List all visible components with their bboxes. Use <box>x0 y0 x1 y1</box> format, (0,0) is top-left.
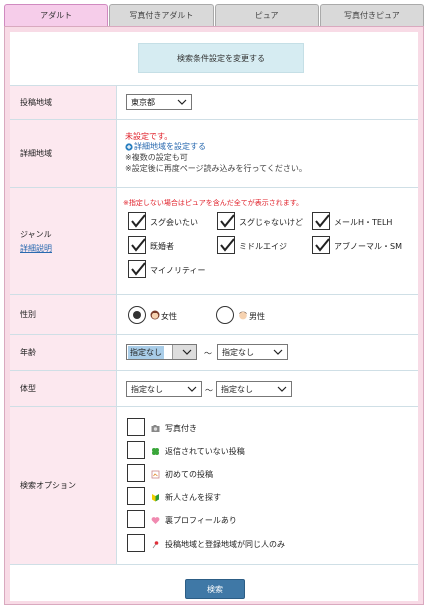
genre-label-middle-age: ミドルエイジ <box>239 242 287 251</box>
pin-icon <box>152 541 159 549</box>
age-from-select[interactable]: 指定なし <box>126 344 197 360</box>
check-icon <box>131 214 146 228</box>
chevron-down-icon <box>187 386 197 392</box>
gender-male-label: 男性 <box>249 312 265 321</box>
tab-bar: アダルト 写真付きアダルト ピュア 写真付きピュア <box>4 4 424 26</box>
check-icon <box>315 214 330 228</box>
genre-checkbox-sugu-aitai[interactable] <box>128 212 146 230</box>
gender-row: 性別 女性 男性 <box>10 294 418 334</box>
gender-male-radio[interactable] <box>216 306 234 324</box>
beginner-mark-icon <box>152 494 159 502</box>
detail-area-label: 詳細地域 <box>10 120 117 187</box>
option-newcomer-label: 新人さんを探す <box>165 493 221 502</box>
genre-checkbox-mail-tel[interactable] <box>312 212 330 230</box>
option-first-post-label: 初めての投稿 <box>165 470 213 479</box>
genre-checkbox-minority[interactable] <box>128 260 146 278</box>
check-icon <box>315 238 330 252</box>
body-type-row: 体型 指定なし 〜 指定なし <box>10 370 418 406</box>
area-label: 投稿地域 <box>10 86 117 119</box>
genre-label-minority: マイノリティー <box>150 266 206 275</box>
body-from-select[interactable]: 指定なし <box>126 381 202 397</box>
body-to-select[interactable]: 指定なし <box>216 381 292 397</box>
genre-label-mail-tel: メールH・TELH <box>334 218 393 227</box>
genre-label-sugu-janai: スグじゃないけど <box>239 218 303 227</box>
option-secret-profile-label: 裏プロフィールあり <box>165 516 237 525</box>
check-icon <box>220 238 235 252</box>
check-icon <box>131 262 146 276</box>
gender-female-label: 女性 <box>161 312 177 321</box>
age-label: 年齢 <box>10 335 117 370</box>
option-first-post-checkbox[interactable] <box>127 464 145 482</box>
genre-checkbox-married[interactable] <box>128 236 146 254</box>
option-same-area-checkbox[interactable] <box>127 534 145 552</box>
camera-icon <box>151 425 160 432</box>
genre-row: ジャンル 詳細説明 ※指定しない場合はピュアを含んだ全てが表示されます。 スグ会… <box>10 187 418 294</box>
option-newcomer-checkbox[interactable] <box>127 487 145 505</box>
check-icon <box>131 238 146 252</box>
genre-checkbox-middle-age[interactable] <box>217 236 235 254</box>
option-unreplied-label: 返信されていない投稿 <box>165 447 245 456</box>
chevron-down-icon <box>273 349 283 355</box>
tab-photo-pure[interactable]: 写真付きピュア <box>319 4 424 26</box>
chevron-down-icon <box>182 349 192 355</box>
detail-area-note-multiple: ※複数の設定も可 <box>125 153 188 162</box>
search-submit-button[interactable]: 検索 <box>185 579 245 599</box>
tab-adult[interactable]: アダルト <box>4 4 109 26</box>
genre-note: ※指定しない場合はピュアを含んだ全てが表示されます。 <box>123 199 304 207</box>
gender-female-radio[interactable] <box>128 306 146 324</box>
body-type-label: 体型 <box>10 371 117 406</box>
plus-circle-icon <box>125 142 133 151</box>
age-row: 年齢 指定なし 〜 指定なし <box>10 334 418 370</box>
male-face-icon <box>239 311 247 320</box>
change-settings-button[interactable]: 検索条件設定を変更する <box>138 43 304 73</box>
genre-checkbox-sugu-janai[interactable] <box>217 212 235 230</box>
genre-label-abnormal: アブノーマル・SM <box>334 242 402 251</box>
option-photo-checkbox[interactable] <box>127 418 145 436</box>
options-label: 検索オプション <box>10 407 117 564</box>
option-photo-label: 写真付き <box>165 424 197 433</box>
gender-label: 性別 <box>10 295 117 334</box>
tab-pure[interactable]: ピュア <box>214 4 319 26</box>
genre-label: ジャンル 詳細説明 <box>10 188 117 294</box>
area-row: 投稿地域 東京都 <box>10 85 418 119</box>
chevron-down-icon <box>177 99 187 105</box>
option-same-area-label: 投稿地域と登録地域が同じ人のみ <box>165 540 285 549</box>
options-row: 検索オプション 写真付き 返信されていない投稿 初めての投稿 新人さんを探す 裏… <box>10 406 418 565</box>
heart-icon <box>151 517 160 524</box>
age-range-separator: 〜 <box>204 349 212 358</box>
genre-label-married: 既婚者 <box>150 242 174 251</box>
genre-label-sugu-aitai: スグ会いたい <box>150 218 198 227</box>
search-form: 検索条件設定を変更する 投稿地域 東京都 詳細地域 未設定です。 詳細地域を設定… <box>10 32 418 601</box>
option-unreplied-checkbox[interactable] <box>127 441 145 459</box>
tab-photo-adult[interactable]: 写真付きアダルト <box>109 4 214 26</box>
genre-detail-link[interactable]: 詳細説明 <box>20 243 116 254</box>
radio-selected-dot <box>133 311 141 319</box>
clover-icon <box>152 448 159 455</box>
option-secret-profile-checkbox[interactable] <box>127 510 145 528</box>
area-select[interactable]: 東京都 <box>126 94 192 110</box>
detail-area-row: 詳細地域 未設定です。 詳細地域を設定する ※複数の設定も可 ※設定後に再度ペー… <box>10 119 418 187</box>
check-icon <box>220 214 235 228</box>
body-range-separator: 〜 <box>205 386 213 395</box>
female-face-icon <box>150 310 160 320</box>
genre-checkbox-abnormal[interactable] <box>312 236 330 254</box>
note-icon <box>151 470 160 479</box>
search-panel: 検索条件設定を変更する 投稿地域 東京都 詳細地域 未設定です。 詳細地域を設定… <box>4 26 424 605</box>
chevron-down-icon <box>277 386 287 392</box>
age-to-select[interactable]: 指定なし <box>217 344 288 360</box>
detail-area-link[interactable]: 詳細地域を設定する <box>125 141 206 152</box>
detail-area-note-reload: ※設定後に再度ページ読み込みを行ってください。 <box>125 164 307 173</box>
